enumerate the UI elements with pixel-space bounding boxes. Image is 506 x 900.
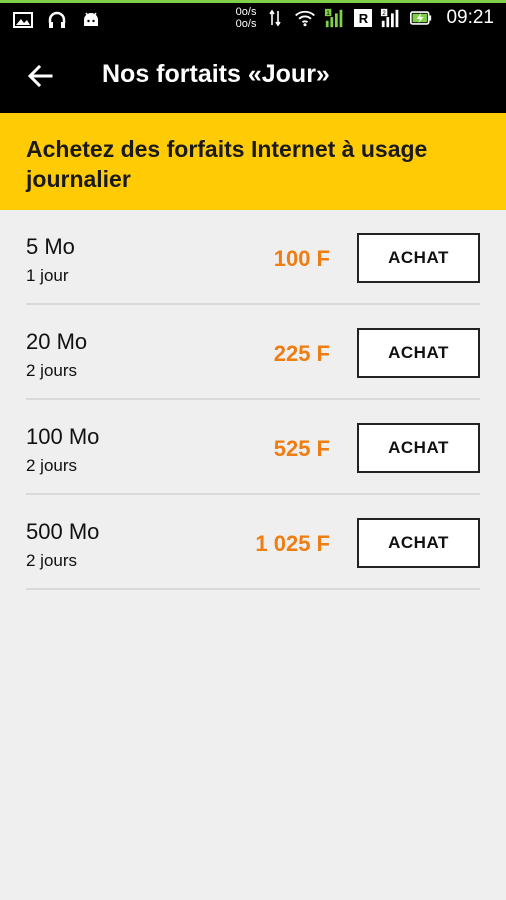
plan-duration: 2 jours	[26, 551, 78, 570]
plan-duration: 2 jours	[26, 456, 78, 475]
arrow-left-icon	[27, 64, 53, 88]
android-icon	[80, 9, 102, 31]
plans-list: 5 Mo 1 jour 100 F ACHAT 20 Mo 2 jours 22…	[0, 210, 506, 590]
svg-text:1: 1	[327, 10, 331, 17]
plan-size: 20 Mo	[26, 329, 88, 354]
plan-size: 100 Mo	[26, 424, 100, 449]
buy-button[interactable]: ACHAT	[357, 423, 480, 473]
info-banner: Achetez des forfaits Internet à usage jo…	[0, 113, 506, 210]
app-bar: Nos fortaits «Jour»	[0, 36, 506, 113]
plan-duration: 1 jour	[26, 266, 69, 285]
svg-text:2: 2	[383, 10, 387, 17]
headphones-icon	[46, 9, 68, 31]
network-speed: 0o/s 0o/s	[236, 6, 257, 30]
plan-price: 225 F	[273, 341, 330, 366]
buy-button[interactable]: ACHAT	[357, 233, 480, 283]
plan-size: 500 Mo	[26, 519, 100, 544]
clock-time: 09:21	[446, 7, 494, 28]
plan-size: 5 Mo	[26, 234, 75, 259]
battery-charging-icon	[410, 7, 432, 29]
plan-price: 525 F	[273, 436, 330, 461]
buy-button[interactable]: ACHAT	[357, 328, 480, 378]
speed-up-text: 0o/s	[235, 6, 257, 18]
status-bar: 0o/s 0o/s 1 R 2 09:21	[0, 0, 506, 36]
banner-text: Achetez des forfaits Internet à usage jo…	[26, 136, 428, 192]
list-item: 20 Mo 2 jours 225 F ACHAT	[26, 305, 480, 400]
plan-duration: 2 jours	[26, 361, 78, 380]
roaming-icon: R	[354, 9, 373, 27]
buy-button[interactable]: ACHAT	[357, 518, 480, 568]
list-item: 5 Mo 1 jour 100 F ACHAT	[26, 210, 480, 305]
sim2-signal-icon: 2	[380, 7, 402, 29]
data-transfer-icon	[264, 7, 286, 29]
list-item: 100 Mo 2 jours 525 F ACHAT	[26, 400, 480, 495]
gallery-icon	[12, 9, 34, 31]
back-button[interactable]	[20, 56, 60, 96]
plan-price: 1 025 F	[255, 531, 330, 556]
page-title: Nos fortaits «Jour»	[102, 60, 330, 88]
sim1-signal-icon: 1	[324, 7, 346, 29]
speed-down-text: 0o/s	[235, 18, 257, 30]
list-item: 500 Mo 2 jours 1 025 F ACHAT	[26, 495, 480, 590]
plan-price: 100 F	[273, 246, 330, 271]
wifi-icon	[294, 7, 316, 29]
status-left-icons	[12, 9, 102, 31]
status-right-icons: 0o/s 0o/s 1 R 2 09:21	[236, 6, 494, 30]
